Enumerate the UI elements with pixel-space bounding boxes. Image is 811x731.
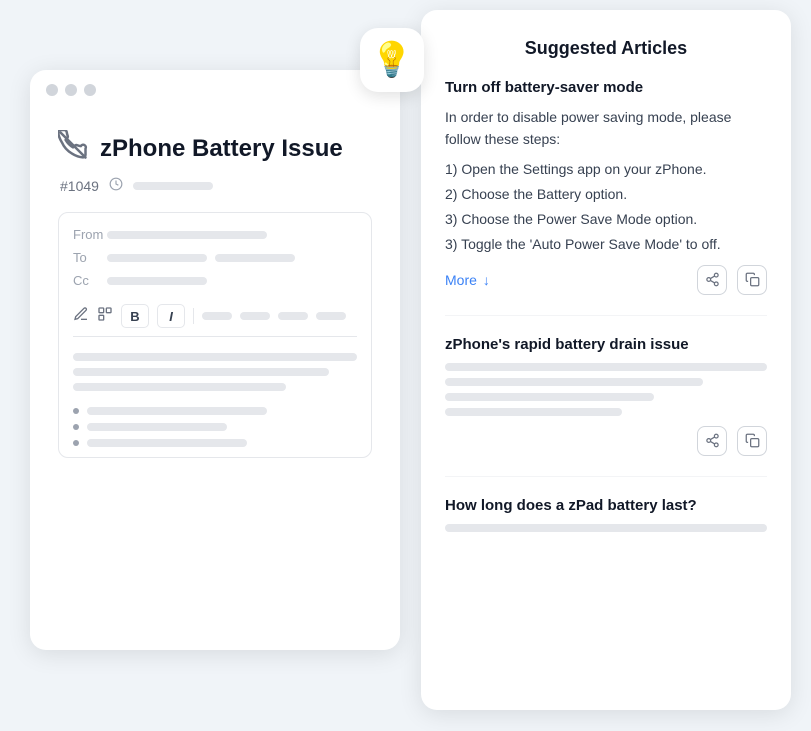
bullet-list: [73, 407, 357, 447]
toolbar-divider: [193, 308, 194, 324]
clock-icon: [109, 177, 123, 194]
more-link[interactable]: More ↓: [445, 272, 490, 288]
article-3-snippet: [445, 524, 767, 532]
articles-panel: Suggested Articles Turn off battery-save…: [421, 10, 791, 710]
ticket-card: zPhone Battery Issue #1049 From To Cc: [30, 70, 400, 650]
article-2-heading: zPhone's rapid battery drain issue: [445, 336, 767, 353]
compose-area: From To Cc: [58, 212, 372, 458]
article-1-step-4: 3) Toggle the 'Auto Power Save Mode' to …: [445, 234, 767, 255]
article-item-2: zPhone's rapid battery drain issue: [445, 336, 767, 477]
article-1-step-3: 3) Choose the Power Save Mode option.: [445, 209, 767, 230]
ticket-title: zPhone Battery Issue: [100, 135, 343, 163]
ticket-header: zPhone Battery Issue: [58, 130, 372, 167]
article-1-step-1: 1) Open the Settings app on your zPhone.: [445, 159, 767, 180]
lightbulb-badge: 💡: [360, 28, 424, 92]
article-2-actions: [697, 426, 767, 456]
phone-icon: [58, 130, 88, 167]
from-field: From: [73, 227, 357, 242]
dot-red: [46, 84, 58, 96]
bullet-item-2: [73, 423, 357, 431]
article-2-snippet: [445, 363, 767, 416]
copy-button-2[interactable]: [737, 426, 767, 456]
dot-yellow: [65, 84, 77, 96]
from-value-bar: [107, 231, 267, 239]
color-bar-3: [278, 312, 308, 320]
article-item-1: Turn off battery-saver mode In order to …: [445, 79, 767, 316]
to-field: To: [73, 250, 357, 265]
articles-panel-title: Suggested Articles: [445, 38, 767, 59]
from-label: From: [73, 227, 97, 242]
share-button-1[interactable]: [697, 265, 727, 295]
article-2-footer: [445, 426, 767, 456]
color-bar-1: [202, 312, 232, 320]
article-1-actions: [697, 265, 767, 295]
ticket-meta: #1049: [60, 177, 372, 194]
color-bar-4: [316, 312, 346, 320]
to-label: To: [73, 250, 97, 265]
body-text-bars: [73, 347, 357, 397]
down-arrow-icon: ↓: [483, 272, 490, 288]
dot-green: [84, 84, 96, 96]
link-icon[interactable]: [97, 306, 113, 327]
cc-label: Cc: [73, 273, 97, 288]
editor-toolbar: B I: [73, 296, 357, 337]
article-1-footer: More ↓: [445, 265, 767, 295]
copy-button-1[interactable]: [737, 265, 767, 295]
bullet-item-3: [73, 439, 357, 447]
browser-chrome: [30, 70, 112, 110]
ticket-id: #1049: [60, 178, 99, 194]
cc-field: Cc: [73, 273, 357, 288]
italic-button[interactable]: I: [157, 304, 185, 328]
share-button-2[interactable]: [697, 426, 727, 456]
more-label: More: [445, 272, 477, 288]
article-1-heading: Turn off battery-saver mode: [445, 79, 767, 96]
color-bar-2: [240, 312, 270, 320]
bold-button[interactable]: B: [121, 304, 149, 328]
to-bars: [107, 254, 295, 262]
article-3-heading: How long does a zPad battery last?: [445, 497, 767, 514]
article-1-step-2: 2) Choose the Battery option.: [445, 184, 767, 205]
cc-value-bar: [107, 277, 207, 285]
article-item-3: How long does a zPad battery last?: [445, 497, 767, 552]
pen-icon[interactable]: [73, 306, 89, 327]
bullet-item-1: [73, 407, 357, 415]
meta-time-bar: [133, 182, 213, 190]
article-1-intro: In order to disable power saving mode, p…: [445, 106, 767, 151]
lightbulb-icon: 💡: [371, 40, 413, 80]
